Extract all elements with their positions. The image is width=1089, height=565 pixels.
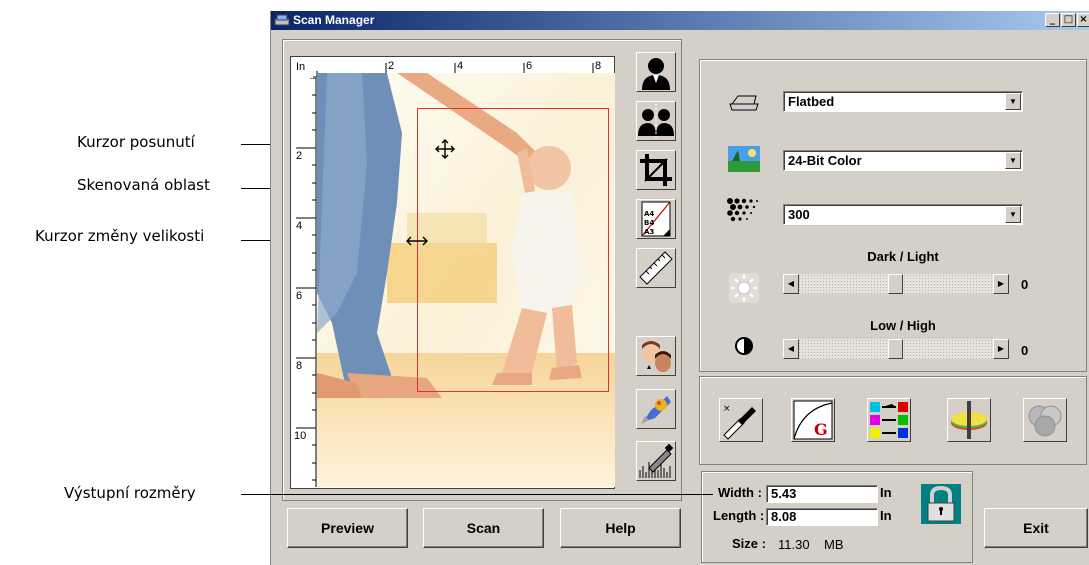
maximize-button[interactable]: □ [1061,13,1076,27]
color-mode-dropdown-arrow-icon[interactable]: ▼ [1005,152,1021,169]
ruler-icon [639,251,673,285]
brightness-slider[interactable]: ◀ ▶ [783,274,1009,294]
minimize-button[interactable]: _ [1045,13,1060,27]
width-unit: In [880,485,892,500]
leader-line-output [241,494,713,495]
histogram-eyedropper-icon [639,443,674,478]
length-label: Length : [713,508,765,523]
scanner-app-icon [274,14,290,26]
portrait-icon [642,58,670,90]
contrast-value: 0 [1021,343,1029,358]
scan-manager-window: Scan Manager _ □ × In 2 4 6 8 2 4 6 8 10… [270,11,1089,565]
source-select-value: Flatbed [788,94,835,109]
width-field[interactable]: 5.43 [766,485,878,503]
contrast-label: Low / High [870,318,936,333]
source-dropdown-arrow-icon[interactable]: ▼ [1005,93,1021,110]
mirror-button[interactable] [636,101,676,141]
width-label: Width : [718,485,762,500]
length-unit: In [880,508,892,523]
resize-cursor-icon [406,236,428,246]
skin-tone-icon [642,341,671,372]
size-unit: MB [824,537,844,552]
callout-move-cursor: Kurzor posunutí [77,133,195,151]
source-select[interactable]: Flatbed ▼ [783,91,1023,112]
preview-button[interactable]: Preview [287,508,408,548]
crop-button[interactable] [636,150,676,190]
contrast-slider-thumb[interactable] [888,339,903,359]
gamma-curve-button[interactable]: G [791,398,835,442]
ruler-v-tick-6: 6 [296,290,303,302]
move-cursor-icon [435,139,455,159]
brightness-slider-thumb[interactable] [888,274,903,294]
ruler-h-tick-2: 2 [388,60,395,72]
svg-text:A4: A4 [644,210,654,218]
window-title: Scan Manager [293,13,375,27]
close-button[interactable]: × [1077,13,1089,27]
contrast-decrease-arrow-icon[interactable]: ◀ [783,339,799,359]
ruler-v-tick-10: 10 [294,430,307,442]
color-filter-button[interactable] [1023,398,1067,442]
resolution-dropdown-arrow-icon[interactable]: ▼ [1005,206,1021,223]
descreen-icon [641,396,671,424]
color-balance-button[interactable] [867,398,911,442]
white-black-point-button[interactable]: × [719,398,763,442]
crop-icon [640,154,672,186]
histogram-button[interactable] [636,441,676,481]
ruler-v-tick-8: 8 [296,360,303,372]
brightness-sun-icon [729,273,759,303]
callout-resize-cursor: Kurzor změny velikosti [35,227,205,245]
white-black-point-icon: × [723,404,756,440]
contrast-icon [735,337,753,355]
callout-output-dimensions: Výstupní rozměry [64,484,196,502]
skin-tone-button[interactable] [636,336,676,376]
brightness-decrease-arrow-icon[interactable]: ◀ [783,274,799,294]
svg-text:B4: B4 [644,219,654,227]
length-field[interactable]: 8.08 [766,508,878,526]
gamma-curve-icon: G [793,400,833,440]
portrait-button[interactable] [636,52,676,92]
callout-scan-area: Skenovaná oblast [77,176,210,194]
ruler-button[interactable] [636,248,676,288]
color-mode-select[interactable]: 24-Bit Color ▼ [783,150,1023,171]
help-button[interactable]: Help [560,508,681,548]
svg-text:G: G [814,420,828,439]
hue-saturation-icon [951,401,987,439]
svg-text:A3: A3 [644,228,654,236]
mirror-icon [638,104,674,138]
resolution-icon [727,198,758,222]
color-balance-icon [870,402,908,438]
vertical-ruler: 2 4 6 8 10 [293,78,317,487]
ruler-h-tick-6: 6 [526,60,533,72]
paper-size-icon: A4 B4 A3 [641,201,671,237]
size-label: Size : [732,536,766,551]
brightness-label: Dark / Light [867,249,939,264]
exit-button[interactable]: Exit [984,508,1088,548]
ruler-v-tick-4: 4 [296,220,303,232]
lock-icon [921,484,961,524]
scan-button[interactable]: Scan [423,508,544,548]
color-mode-select-value: 24-Bit Color [788,153,862,168]
ruler-h-tick-4: 4 [457,60,464,72]
title-bar[interactable]: Scan Manager _ □ × [271,11,1089,30]
color-mode-icon [728,146,760,172]
ruler-v-tick-2: 2 [296,150,303,162]
brightness-value: 0 [1021,277,1029,292]
hue-saturation-button[interactable] [947,398,991,442]
lock-button[interactable] [920,483,962,525]
resolution-select[interactable]: 300 ▼ [783,204,1023,225]
color-filter-icon [1028,405,1062,437]
brightness-increase-arrow-icon[interactable]: ▶ [993,274,1009,294]
descreen-button[interactable] [636,389,676,429]
paper-size-button[interactable]: A4 B4 A3 [636,199,676,239]
svg-text:×: × [723,404,731,414]
ruler-h-tick-8: 8 [595,60,602,72]
flatbed-scanner-icon [729,95,759,111]
contrast-slider[interactable]: ◀ ▶ [783,339,1009,359]
size-value: 11.30 [778,537,810,552]
ruler-unit-label: In [296,61,306,73]
resolution-select-value: 300 [788,207,810,222]
contrast-increase-arrow-icon[interactable]: ▶ [993,339,1009,359]
